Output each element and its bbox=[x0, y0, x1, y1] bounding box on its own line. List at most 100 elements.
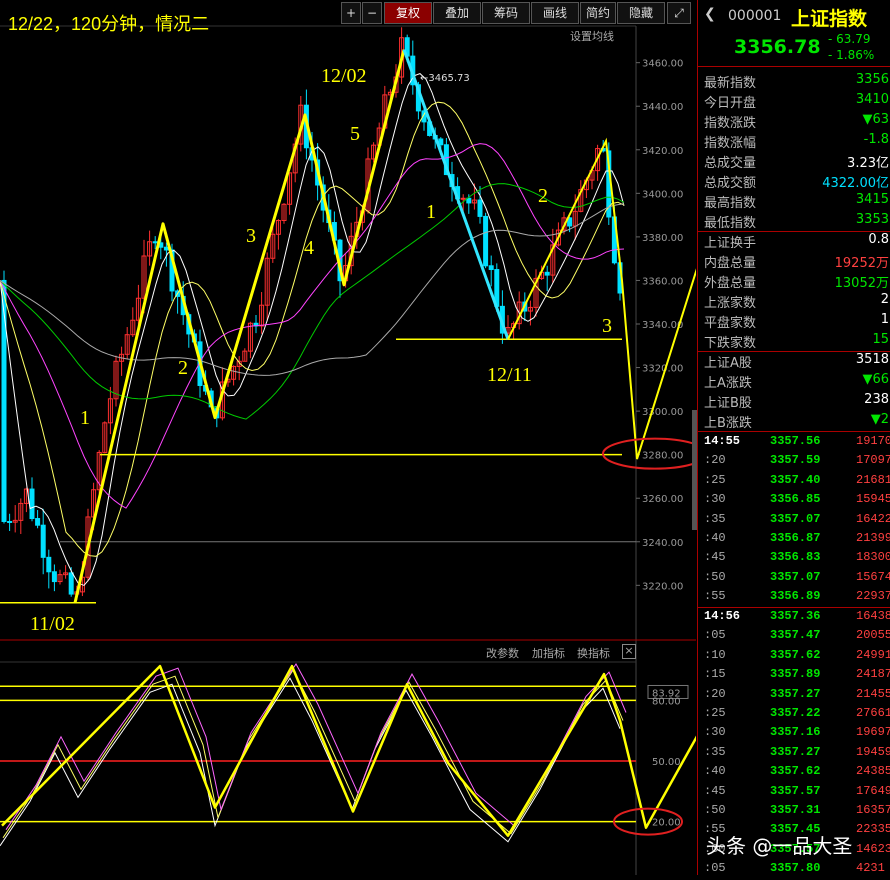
tick-time: :25 bbox=[704, 472, 726, 487]
stat-value: ▼66 bbox=[862, 372, 889, 387]
stat-label: 外盘总量 bbox=[704, 276, 757, 291]
candle-body bbox=[68, 572, 74, 595]
close-indicator-icon[interactable]: × bbox=[622, 644, 636, 659]
tick-price: 3357.47 bbox=[770, 628, 821, 643]
kdj-line-2 bbox=[5, 663, 627, 830]
stat-label: 上证A股 bbox=[704, 356, 752, 371]
tick-time: :55 bbox=[704, 589, 726, 604]
candle-body bbox=[35, 518, 41, 526]
tick-volume: 15674 bbox=[856, 569, 890, 584]
stat-value: 2 bbox=[880, 292, 889, 307]
stat-row: 今日开盘 3410 bbox=[698, 92, 890, 112]
date-label-12-02: 12/02 bbox=[321, 65, 367, 87]
candle-body bbox=[544, 271, 550, 276]
tick-volume: 24991 bbox=[856, 647, 890, 662]
chips-button[interactable]: 筹码 bbox=[482, 2, 530, 24]
expand-icon[interactable]: ⤢ bbox=[667, 2, 691, 24]
tick-volume: 14623 bbox=[856, 841, 890, 856]
tick-volume: 16357 bbox=[856, 803, 890, 817]
tick-volume: 19697 bbox=[856, 725, 890, 740]
tick-time: 14:56 bbox=[704, 609, 741, 623]
tick-time: :05 bbox=[704, 628, 726, 643]
tick-row: :45 3357.57 17649 bbox=[698, 784, 890, 803]
stat-label: 最高指数 bbox=[704, 196, 757, 211]
y-tick-label: 3320.00 bbox=[642, 364, 683, 375]
stat-row: 平盘家数 1 bbox=[698, 312, 890, 332]
kdj-y-tick-label: 50.00 bbox=[652, 757, 681, 768]
tick-row: :10 3357.62 24991 bbox=[698, 648, 890, 667]
index-price: 3356.78 bbox=[734, 36, 821, 58]
stat-label: 上证换手 bbox=[704, 236, 757, 251]
tick-row: 14:55 3357.56 19170 bbox=[698, 434, 890, 453]
tick-price: 3357.27 bbox=[770, 744, 821, 759]
tick-volume: 20055 bbox=[856, 628, 890, 643]
stat-label: 上涨家数 bbox=[704, 296, 757, 311]
y-tick-label: 3300.00 bbox=[642, 407, 683, 418]
candle-body bbox=[40, 524, 46, 558]
stat-label: 指数涨幅 bbox=[704, 136, 757, 151]
divider bbox=[698, 431, 890, 432]
zoom-in-button[interactable]: + bbox=[341, 2, 361, 24]
tick-price: 3356.83 bbox=[770, 550, 821, 565]
fuquan-dropdown[interactable]: 复权 bbox=[384, 2, 432, 24]
kline-chart-svg[interactable]: 3460.003440.003420.003400.003380.003360.… bbox=[0, 0, 696, 875]
tick-volume: 17649 bbox=[856, 783, 890, 798]
stat-label: 最低指数 bbox=[704, 216, 757, 231]
hide-dropdown[interactable]: 隐藏 bbox=[617, 2, 665, 24]
stat-row: 上证A股 3518 bbox=[698, 352, 890, 372]
chevron-left-icon[interactable]: ❮ bbox=[704, 6, 716, 22]
stat-value: 238 bbox=[864, 392, 889, 407]
draw-line-button[interactable]: 画线 bbox=[531, 2, 579, 24]
candle-body bbox=[163, 246, 169, 251]
tick-time: :50 bbox=[704, 803, 726, 817]
zoom-out-button[interactable]: − bbox=[362, 2, 382, 24]
tick-price: 3357.27 bbox=[770, 686, 821, 701]
tick-row: 14:56 3357.36 16438 bbox=[698, 609, 890, 628]
tick-price: 3357.36 bbox=[770, 609, 821, 623]
tick-time: :45 bbox=[704, 550, 726, 565]
switch-indicator-button[interactable]: 换指标 bbox=[577, 645, 610, 661]
stat-value: ▼2 bbox=[870, 412, 889, 427]
tick-row: :30 3357.16 19697 bbox=[698, 725, 890, 744]
simple-mode-button[interactable]: 简约 bbox=[580, 2, 616, 24]
tick-time: :40 bbox=[704, 531, 726, 545]
tick-time: :20 bbox=[704, 686, 726, 701]
divider bbox=[698, 607, 890, 608]
stat-label: 今日开盘 bbox=[704, 96, 757, 111]
tick-price: 3357.89 bbox=[770, 667, 821, 682]
index-name: 上证指数 bbox=[791, 8, 868, 30]
tick-price: 3357.59 bbox=[770, 453, 821, 468]
date-label-12-11: 12/11 bbox=[487, 364, 532, 386]
stat-row: 最新指数 3356 bbox=[698, 72, 890, 92]
tick-price: 3357.80 bbox=[770, 861, 821, 876]
tick-row: :40 3356.87 21399 bbox=[698, 531, 890, 550]
wave-label-3: 3 bbox=[246, 225, 256, 247]
y-tick-label: 3460.00 bbox=[642, 59, 683, 70]
overlay-dropdown[interactable]: 叠加 bbox=[433, 2, 481, 24]
tick-price: 3357.22 bbox=[770, 706, 821, 720]
stat-value: 3415 bbox=[855, 192, 889, 207]
tick-volume: 4231 bbox=[856, 861, 885, 876]
add-indicator-button[interactable]: 加指标 bbox=[532, 645, 565, 661]
stat-value: 3410 bbox=[855, 92, 889, 107]
tick-price: 3357.16 bbox=[770, 725, 821, 740]
stat-label: 内盘总量 bbox=[704, 256, 757, 271]
tick-price: 3357.07 bbox=[770, 569, 821, 584]
tick-price: 3357.57 bbox=[770, 783, 821, 798]
stat-label: 上A涨跌 bbox=[704, 376, 752, 391]
date-label-11-02: 11/02 bbox=[30, 613, 75, 635]
candle-body bbox=[488, 265, 494, 271]
chart-title: 12/22，120分钟，情况二 bbox=[8, 14, 210, 34]
kline-chart-area[interactable]: 3460.00 3440.00 3420.00 3400.00 3380.00 3360.… bbox=[0, 0, 852, 875]
tick-volume: 15945 bbox=[856, 492, 890, 507]
y-tick-label: 3360.00 bbox=[642, 276, 683, 287]
tick-row: :05 3357.47 20055 bbox=[698, 628, 890, 647]
tick-time: :30 bbox=[704, 492, 726, 507]
change-params-button[interactable]: 改参数 bbox=[486, 645, 519, 661]
stat-value: ▼63 bbox=[862, 112, 889, 127]
tick-time: :35 bbox=[704, 511, 726, 526]
ma-settings-dropdown[interactable]: 设置均线 bbox=[570, 28, 614, 44]
tick-volume: 19170 bbox=[856, 434, 890, 448]
scrollbar[interactable] bbox=[692, 410, 697, 530]
zigzag-projection bbox=[507, 137, 696, 460]
